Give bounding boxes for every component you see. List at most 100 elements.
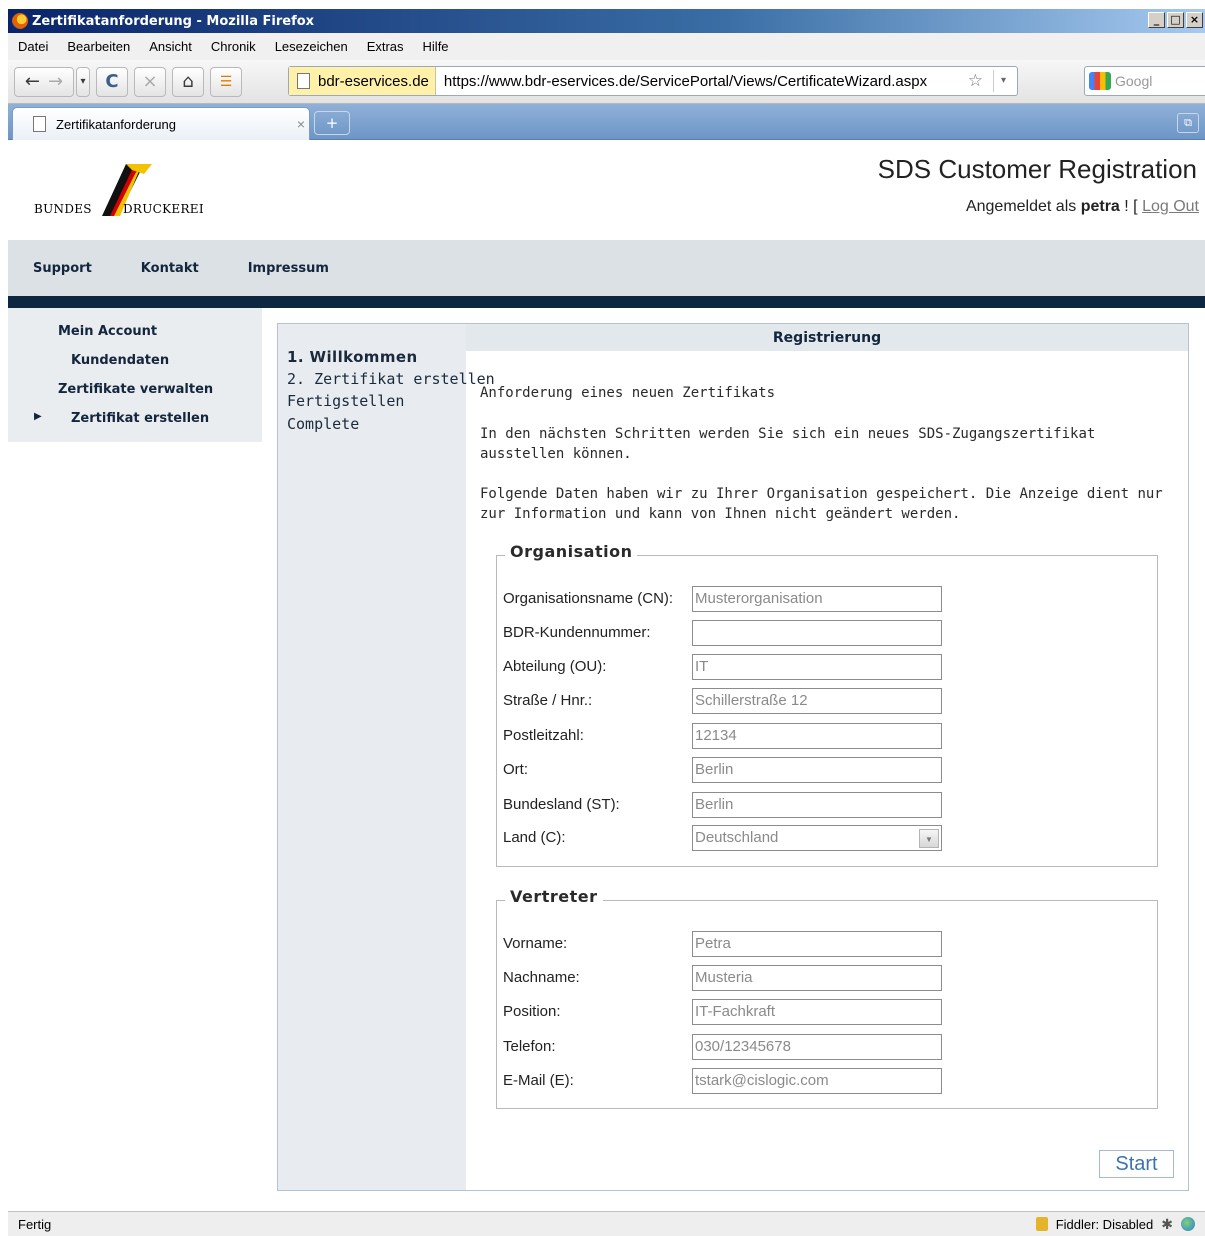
window-titlebar: Zertifikatanforderung - Mozilla Firefox …: [8, 9, 1205, 33]
wizard-heading: Registrierung: [466, 324, 1188, 351]
organisation-legend: Organisation: [505, 542, 638, 561]
top-navigation: Support Kontakt Impressum: [8, 240, 1205, 296]
menu-bearbeiten[interactable]: Bearbeiten: [67, 39, 130, 54]
tab-label: Zertifikatanforderung: [56, 116, 176, 132]
forward-icon[interactable]: →: [48, 71, 63, 92]
nav-support[interactable]: Support: [33, 261, 92, 276]
sidebar-item-kundendaten[interactable]: Kundendaten: [71, 353, 169, 368]
home-icon[interactable]: ⌂: [172, 66, 204, 97]
land-selected-value: Deutschland: [695, 829, 779, 846]
url-dropdown-icon[interactable]: ▾: [993, 70, 1013, 92]
label-land: Land (C):: [503, 829, 566, 846]
reload-icon[interactable]: C: [96, 66, 128, 97]
ort-field[interactable]: Berlin: [692, 757, 942, 783]
nav-kontakt[interactable]: Kontakt: [141, 261, 199, 276]
logo-text: BUNDES DRUCKEREI: [34, 202, 204, 216]
position-field[interactable]: IT-Fachkraft: [692, 999, 942, 1025]
menu-datei[interactable]: Datei: [18, 39, 48, 54]
step-zertifikat-erstellen: 2. Zertifikat erstellen: [287, 370, 495, 388]
navigation-toolbar: ← → ▾ C × ⌂ ☰ bdr-eservices.de https://w…: [8, 60, 1205, 104]
login-prefix: Angemeldet als: [965, 198, 1077, 215]
vorname-field[interactable]: Petra: [692, 931, 942, 957]
postleitzahl-field[interactable]: 12134: [692, 723, 942, 749]
tab-bar: Zertifikatanforderung × + ⧉: [8, 104, 1205, 140]
wizard-steps: 1. Willkommen 2. Zertifikat erstellen Fe…: [278, 324, 495, 1190]
close-window-button[interactable]: ×: [1186, 12, 1203, 28]
globe-icon[interactable]: [1181, 1217, 1195, 1231]
maximize-button[interactable]: □: [1167, 12, 1184, 28]
site-header: BUNDES DRUCKEREI SDS Customer Registrati…: [8, 140, 1205, 240]
organisation-fieldset: Organisation Organisationsname (CN): Mus…: [496, 542, 1158, 867]
menu-hilfe[interactable]: Hilfe: [423, 39, 449, 54]
tab-list-icon[interactable]: ⧉: [1177, 113, 1199, 133]
sidebar-item-mein-account[interactable]: Mein Account: [58, 324, 157, 339]
stop-icon[interactable]: ×: [134, 66, 166, 97]
bundesdruckerei-logo[interactable]: BUNDES DRUCKEREI: [34, 164, 234, 224]
google-search-engine-icon[interactable]: [1089, 72, 1111, 90]
lock-icon[interactable]: [1035, 1217, 1048, 1231]
search-placeholder: Googl: [1115, 73, 1153, 89]
minimize-button[interactable]: _: [1148, 12, 1165, 28]
abteilung-field[interactable]: IT: [692, 654, 942, 680]
logo-text-bundes: BUNDES: [34, 202, 92, 216]
sidebar: Mein Account Kundendaten Zertifikate ver…: [8, 308, 262, 442]
bookmark-star-icon[interactable]: ☆: [968, 71, 983, 91]
sidebar-item-zertifikat-erstellen[interactable]: Zertifikat erstellen: [71, 411, 209, 426]
current-item-arrow-icon: ▶: [34, 411, 42, 422]
strasse-field[interactable]: Schillerstraße 12: [692, 688, 942, 714]
step-fertigstellen: Fertigstellen: [287, 392, 405, 410]
close-tab-icon[interactable]: ×: [297, 116, 305, 132]
bundesland-field[interactable]: Berlin: [692, 792, 942, 818]
vertreter-legend: Vertreter: [505, 887, 603, 906]
land-select[interactable]: Deutschland ▼: [692, 825, 942, 851]
menu-lesezeichen[interactable]: Lesezeichen: [275, 39, 348, 54]
organisationsname-field[interactable]: Musterorganisation: [692, 586, 942, 612]
page-icon: [33, 116, 46, 132]
telefon-field[interactable]: 030/12345678: [692, 1034, 942, 1060]
identity-domain: bdr-eservices.de: [318, 72, 429, 90]
label-vorname: Vorname:: [503, 935, 568, 952]
site-identity-button[interactable]: bdr-eservices.de: [289, 67, 436, 95]
rss-icon[interactable]: ☰: [210, 66, 242, 97]
start-button[interactable]: Start: [1099, 1150, 1174, 1178]
menu-ansicht[interactable]: Ansicht: [149, 39, 192, 54]
header-divider: [8, 296, 1205, 308]
nav-impressum[interactable]: Impressum: [248, 261, 329, 276]
back-forward-group: ← →: [14, 66, 74, 97]
logout-link[interactable]: Log Out: [1142, 198, 1199, 215]
site-title: SDS Customer Registration: [877, 154, 1197, 184]
history-dropdown[interactable]: ▾: [76, 66, 90, 97]
new-tab-button[interactable]: +: [314, 111, 350, 135]
step-willkommen: 1. Willkommen: [287, 348, 418, 366]
kundennummer-field[interactable]: [692, 620, 942, 646]
window-title: Zertifikatanforderung - Mozilla Firefox: [32, 13, 315, 29]
url-bar[interactable]: bdr-eservices.de https://www.bdr-eservic…: [288, 66, 1018, 96]
label-email: E-Mail (E):: [503, 1072, 574, 1089]
search-box[interactable]: Googl: [1084, 66, 1205, 96]
status-text: Fertig: [18, 1216, 52, 1232]
logo-text-druckerei: DRUCKEREI: [123, 202, 204, 216]
sidebar-item-zertifikate-verwalten[interactable]: Zertifikate verwalten: [58, 382, 213, 397]
login-separator: ! [: [1119, 198, 1143, 215]
label-abteilung: Abteilung (OU):: [503, 658, 607, 675]
url-text[interactable]: https://www.bdr-eservices.de/ServicePort…: [436, 73, 927, 90]
menu-extras[interactable]: Extras: [367, 39, 404, 54]
label-position: Position:: [503, 1003, 561, 1020]
nachname-field[interactable]: Musteria: [692, 965, 942, 991]
bug-icon[interactable]: ✱: [1161, 1216, 1173, 1233]
email-field[interactable]: tstark@cislogic.com: [692, 1068, 942, 1094]
vertreter-fieldset: Vertreter Vorname: Petra Nachname: Muste…: [496, 887, 1158, 1109]
label-telefon: Telefon:: [503, 1038, 556, 1055]
back-icon[interactable]: ←: [25, 71, 40, 92]
chevron-down-icon[interactable]: ▼: [919, 829, 939, 848]
menu-chronik[interactable]: Chronik: [211, 39, 256, 54]
intro-text-2: Folgende Daten haben wir zu Ihrer Organi…: [480, 486, 1163, 522]
intro-text-1: In den nächsten Schritten werden Sie sic…: [480, 426, 1096, 462]
label-kundennummer: BDR-Kundennummer:: [503, 624, 651, 641]
label-postleitzahl: Postleitzahl:: [503, 727, 584, 744]
tab-zertifikatanforderung[interactable]: Zertifikatanforderung ×: [12, 107, 310, 140]
fiddler-status[interactable]: Fiddler: Disabled: [1056, 1217, 1154, 1232]
window-controls: _ □ ×: [1148, 12, 1203, 28]
status-bar: Fertig Fiddler: Disabled ✱: [8, 1211, 1205, 1236]
menu-bar: Datei Bearbeiten Ansicht Chronik Lesezei…: [8, 33, 1205, 60]
